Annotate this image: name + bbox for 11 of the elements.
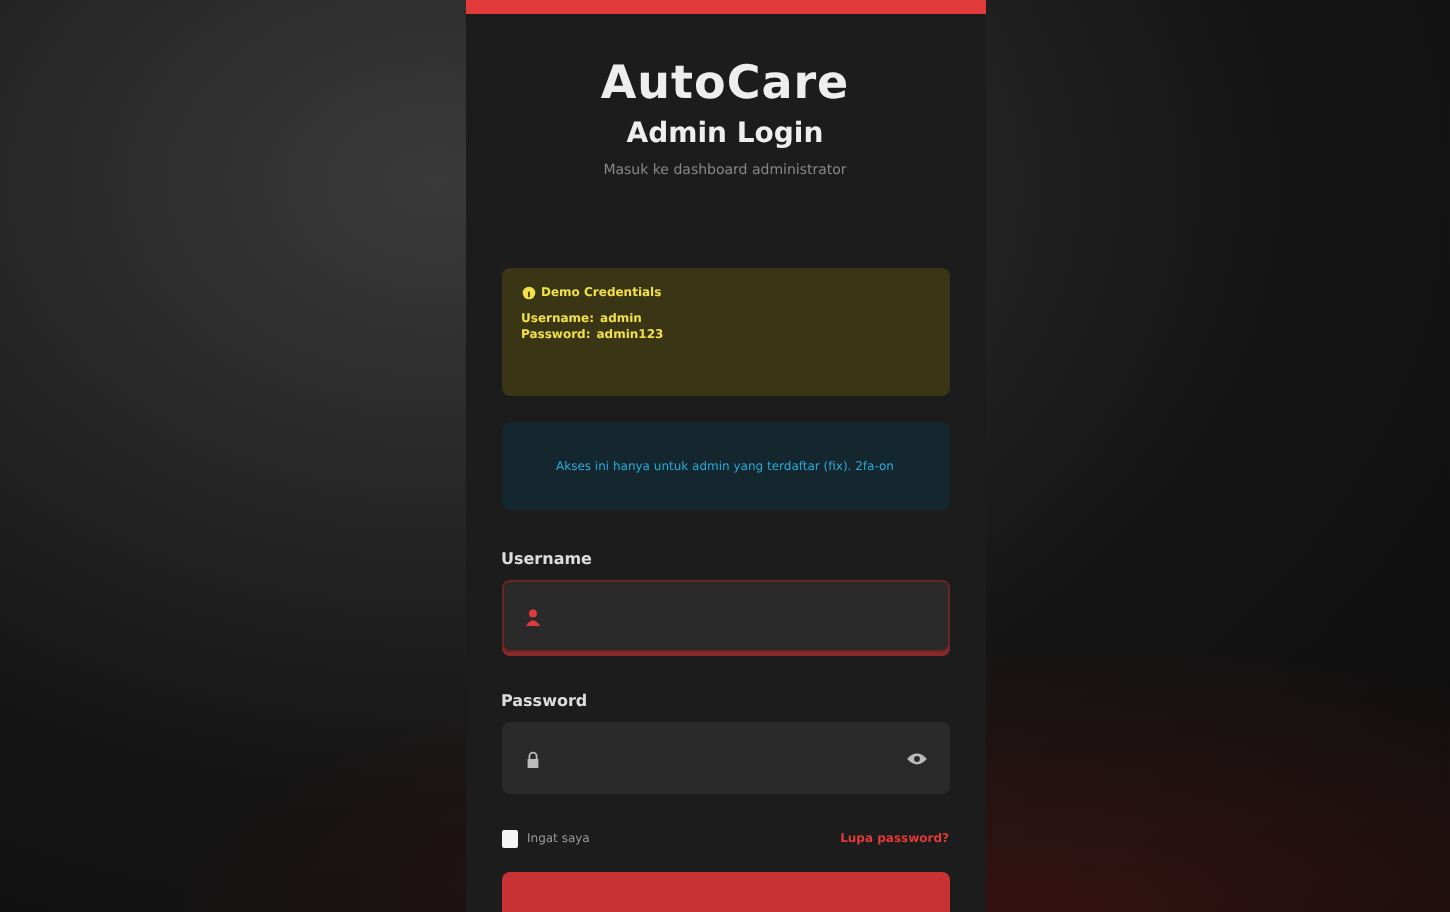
remember-checkbox[interactable] bbox=[501, 830, 517, 848]
field-label: Password bbox=[501, 692, 588, 710]
lock-icon bbox=[523, 749, 541, 767]
login-title: Admin Login bbox=[626, 118, 824, 150]
field-label: Username bbox=[501, 550, 592, 568]
info-icon bbox=[521, 286, 535, 300]
brand-logo: AutoCare bbox=[600, 58, 850, 110]
username-field[interactable] bbox=[501, 580, 949, 652]
eye-icon[interactable] bbox=[905, 749, 927, 767]
user-icon bbox=[523, 607, 541, 625]
password-field[interactable] bbox=[501, 722, 949, 794]
